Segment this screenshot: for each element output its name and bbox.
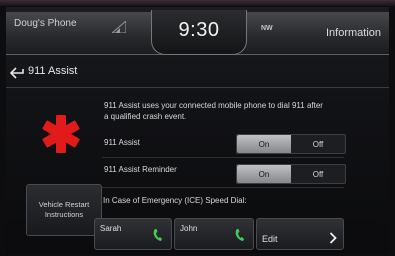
assist-description: 911 Assist uses your connected mobile ph…	[104, 101, 323, 121]
toggle-911-assist-off[interactable]: Off	[291, 135, 345, 153]
phone-icon	[153, 229, 162, 241]
clock: 9:30	[178, 19, 220, 41]
status-bar: Doug's Phone 9:30 NW Information	[6, 10, 389, 55]
ice-contact-sarah[interactable]: Sarah	[94, 218, 172, 250]
setting-label-911-assist-reminder: 911 Assist Reminder	[104, 165, 177, 174]
toggle-reminder-on[interactable]: On	[237, 165, 291, 183]
ice-label: In Case of Emergency (ICE) Speed Dial:	[103, 196, 247, 205]
chevron-right-icon	[329, 232, 337, 244]
toggle-911-assist-reminder: On Off	[236, 164, 346, 184]
information-tab[interactable]: Information	[326, 27, 381, 39]
signal-icon	[112, 21, 126, 33]
star-of-life-icon	[42, 115, 80, 153]
toggle-reminder-off[interactable]: Off	[291, 165, 345, 183]
vehicle-restart-instructions-button[interactable]: Vehicle Restart Instructions	[26, 184, 102, 236]
header-divider	[6, 87, 389, 88]
back-arrow-icon[interactable]	[10, 67, 24, 79]
contact-name: John	[180, 224, 198, 233]
toggle-911-assist-on[interactable]: On	[237, 135, 291, 153]
clock-panel: 9:30	[151, 10, 247, 55]
phone-icon	[235, 229, 244, 241]
contact-name: Sarah	[100, 224, 122, 233]
phone-name: Doug's Phone	[14, 18, 77, 29]
row-divider	[102, 187, 344, 188]
page-title: 911 Assist	[28, 65, 78, 77]
compass-heading: NW	[261, 25, 273, 32]
ice-edit-button[interactable]: Edit	[256, 218, 344, 250]
uconnect-screen: Doug's Phone 9:30 NW Information 911 Ass…	[6, 7, 389, 254]
toggle-911-assist: On Off	[236, 134, 346, 154]
ice-contact-john[interactable]: John	[174, 218, 254, 250]
edit-label: Edit	[262, 234, 278, 244]
bezel-top	[0, 0, 395, 6]
setting-label-911-assist: 911 Assist	[104, 138, 140, 147]
row-divider	[102, 157, 344, 158]
